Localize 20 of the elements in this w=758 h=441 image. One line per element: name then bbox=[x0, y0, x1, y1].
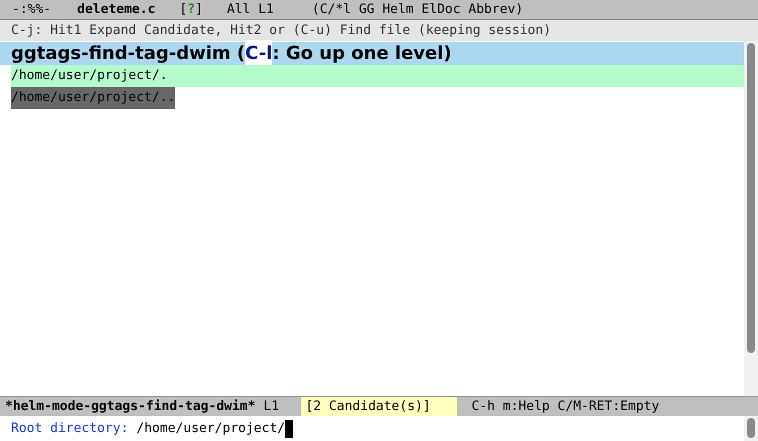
scrollbar-thumb[interactable] bbox=[747, 43, 755, 353]
prompt-text: Root directory: bbox=[11, 420, 128, 438]
candidate-count: [2 Candidate(s)] bbox=[301, 397, 458, 416]
scrollbar[interactable] bbox=[744, 416, 758, 441]
position-text: All L1 bbox=[226, 0, 274, 19]
buffer-name: *helm-mode-ggtags-find-tag-dwim* bbox=[5, 398, 256, 416]
key-text: C-l bbox=[245, 40, 272, 67]
status-text: -:%%- bbox=[12, 0, 52, 19]
source-title: ggtags-find-tag-dwim (C-l: Go up one level) bbox=[0, 42, 744, 65]
scrollbar-thumb[interactable] bbox=[747, 418, 755, 438]
buffer-name: deleteme.c bbox=[77, 0, 156, 19]
candidate-row[interactable]: /home/user/project/.. bbox=[11, 87, 176, 109]
modes-text: (C/*l GG Helm ElDoc Abbrev) bbox=[312, 0, 524, 19]
cursor bbox=[285, 420, 294, 438]
position-text: L1 bbox=[263, 398, 280, 416]
flag-text: [?] bbox=[179, 0, 203, 19]
input-field[interactable]: /home/user/project/ bbox=[136, 418, 294, 438]
candidate-row[interactable]: /home/user/project/. bbox=[11, 65, 744, 87]
help-text: C-h m:Help C/M-RET:Empty bbox=[471, 398, 660, 416]
scrollbar[interactable] bbox=[744, 41, 758, 396]
